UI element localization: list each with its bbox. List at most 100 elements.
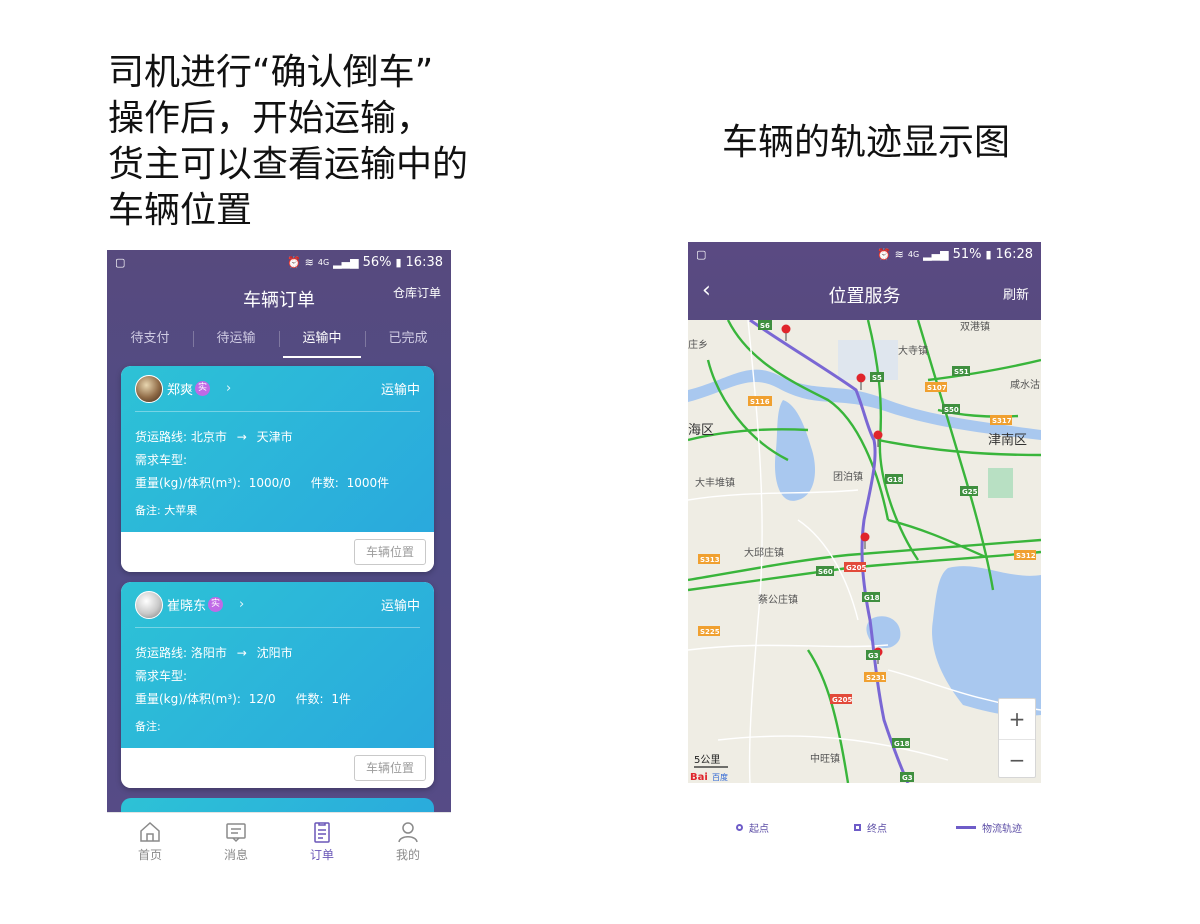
location-phone-screen: ▢ ⏰ ≋ 4G ▂▄▆ 51% ▮ 16:28 ‹ 位置服务 刷新 双港镇 庄… <box>688 242 1041 783</box>
network-label: 4G <box>317 257 330 267</box>
tab-completed[interactable]: 已完成 <box>365 320 451 358</box>
count-label: 件数: <box>295 692 324 706</box>
avatar <box>135 590 163 619</box>
road-badge-label: S116 <box>750 398 770 406</box>
zoom-controls: + − <box>998 698 1036 778</box>
route-label: 货运路线: <box>135 646 188 660</box>
order-card[interactable]: 崔晓东 实 › 运输中 货运路线: 洛阳市 → 沈阳市 需求车型: 重量(kg)… <box>121 582 434 788</box>
legend-label: 物流轨迹 <box>982 824 1022 835</box>
road-badge-label: S6 <box>760 322 770 330</box>
road-badge-label: G18 <box>894 740 910 748</box>
nav-home[interactable]: 首页 <box>107 813 193 870</box>
battery-icon: ▮ <box>395 255 402 269</box>
right-caption: 车辆的轨迹显示图 <box>722 122 1011 163</box>
road-badge-label: G25 <box>962 488 978 496</box>
nav-profile[interactable]: 我的 <box>365 813 451 870</box>
order-status-tabs: 待支付 待运输 运输中 已完成 <box>107 320 451 358</box>
order-card[interactable]: 郑爽 实 › 运输中 货运路线: 北京市 → 天津市 需求车型: 重量(kg)/… <box>121 366 434 572</box>
chevron-right-icon: › <box>239 597 245 612</box>
map-view[interactable]: 双港镇 庄乡 大寺镇 咸水沽 海区 津南区 团泊镇 大丰堆镇 大邱庄镇 蔡公庄镇… <box>688 320 1041 783</box>
driver-name: 郑爽 <box>167 383 194 398</box>
map-label: 蔡公庄镇 <box>758 593 798 606</box>
legend-label: 终点 <box>867 824 887 835</box>
caption-line: 操作后，开始运输， <box>108 98 433 139</box>
road-badge-label: S107 <box>927 384 947 392</box>
road-badge-label: S317 <box>992 417 1012 425</box>
caption-line: 货主可以查看运输中的 <box>108 144 469 185</box>
order-card-user-row[interactable]: 崔晓东 实 › 运输中 <box>135 582 420 628</box>
nav-label: 订单 <box>309 848 334 862</box>
network-label: 4G <box>907 249 920 259</box>
scale-label: 5公里 <box>694 754 720 766</box>
vehicle-location-button[interactable]: 车辆位置 <box>354 755 426 781</box>
map-background <box>688 320 1041 783</box>
weight-label: 重量(kg)/体积(m³): <box>135 476 241 490</box>
urban-area <box>838 340 898 380</box>
vehicle-location-button[interactable]: 车辆位置 <box>354 539 426 565</box>
route-to: 沈阳市 <box>256 646 293 660</box>
verified-badge: 实 <box>208 597 224 612</box>
map-label: 海区 <box>688 423 714 438</box>
location-header: ‹ 位置服务 刷新 <box>688 266 1041 320</box>
order-card-footer: 车辆位置 <box>121 748 434 788</box>
location-top-bar: ▢ ⏰ ≋ 4G ▂▄▆ 51% ▮ 16:28 ‹ 位置服务 刷新 <box>688 242 1041 320</box>
verified-badge: 实 <box>195 381 211 396</box>
map-label: 津南区 <box>988 432 1027 448</box>
user-icon <box>398 822 418 843</box>
signal-icon: ▂▄▆ <box>923 247 949 261</box>
map-label: 大邱庄镇 <box>744 546 784 559</box>
left-caption: 司机进行“确认倒车” 操作后，开始运输， 货主可以查看运输中的 车辆位置 <box>108 50 508 234</box>
battery-icon: ▮ <box>985 247 992 261</box>
tab-in-transit[interactable]: 运输中 <box>279 320 365 358</box>
order-status: 运输中 <box>380 383 420 398</box>
order-card-user-row[interactable]: 郑爽 实 › 运输中 <box>135 366 420 412</box>
weight-value: 1000/0 <box>248 476 291 490</box>
urban-area <box>988 468 1013 498</box>
clock: 16:38 <box>405 254 443 270</box>
screenshot-icon: ▢ <box>696 247 707 261</box>
route-label: 货运路线: <box>135 430 188 444</box>
road-badge-label: G18 <box>864 594 880 602</box>
zoom-out-button[interactable]: − <box>999 739 1035 779</box>
order-details: 货运路线: 北京市 → 天津市 需求车型: 重量(kg)/体积(m³): 100… <box>135 412 420 532</box>
route-from: 洛阳市 <box>190 646 227 660</box>
map-label: 大丰堆镇 <box>695 476 735 489</box>
clock: 16:28 <box>995 246 1033 262</box>
count-value: 1件 <box>331 692 352 706</box>
warehouse-orders-link[interactable]: 仓库订单 <box>393 284 441 301</box>
note-label: 备注: <box>135 504 161 517</box>
map-label: 大寺镇 <box>898 344 928 357</box>
road-badge-label: S51 <box>954 368 969 376</box>
nav-label: 我的 <box>395 848 420 862</box>
refresh-button[interactable]: 刷新 <box>1003 284 1029 303</box>
road-badge-label: S50 <box>944 406 959 414</box>
vehicle-row: 需求车型: <box>135 449 420 472</box>
road-badge-label: S225 <box>700 628 720 636</box>
arrow-right-icon: → <box>236 430 247 444</box>
count-label: 件数: <box>310 476 339 490</box>
status-bar: ▢ ⏰ ≋ 4G ▂▄▆ 51% ▮ 16:28 <box>688 242 1041 266</box>
alarm-icon: ⏰ <box>286 255 301 269</box>
route-to: 天津市 <box>256 430 293 444</box>
nav-messages[interactable]: 消息 <box>193 813 279 870</box>
end-point-icon <box>854 824 861 831</box>
tab-pending-transport[interactable]: 待运输 <box>193 320 279 358</box>
road-badge-label: G205 <box>832 696 852 704</box>
nav-orders[interactable]: 订单 <box>279 813 365 870</box>
driver-name: 崔晓东 <box>167 599 207 614</box>
orders-header: 车辆订单 仓库订单 <box>107 274 451 320</box>
order-card-summary: 郑爽 实 › 运输中 货运路线: 北京市 → 天津市 需求车型: 重量(kg)/… <box>121 366 434 532</box>
weight-value: 12/0 <box>248 692 276 706</box>
tab-pending-payment[interactable]: 待支付 <box>107 320 193 358</box>
road-badge-label: G18 <box>887 476 903 484</box>
note-value: 大苹果 <box>164 504 198 517</box>
road-badge-label: S313 <box>700 556 720 564</box>
avatar <box>135 374 163 403</box>
order-card-summary: 崔晓东 实 › 运输中 货运路线: 洛阳市 → 沈阳市 需求车型: 重量(kg)… <box>121 582 434 748</box>
road-badge-label: S5 <box>872 374 882 382</box>
note-label: 备注: <box>135 720 161 733</box>
zoom-in-button[interactable]: + <box>999 699 1035 739</box>
battery-percent: 51% <box>952 246 982 262</box>
weight-row: 重量(kg)/体积(m³): 12/0 件数: 1件 <box>135 688 420 711</box>
route-row: 货运路线: 北京市 → 天津市 <box>135 426 420 449</box>
